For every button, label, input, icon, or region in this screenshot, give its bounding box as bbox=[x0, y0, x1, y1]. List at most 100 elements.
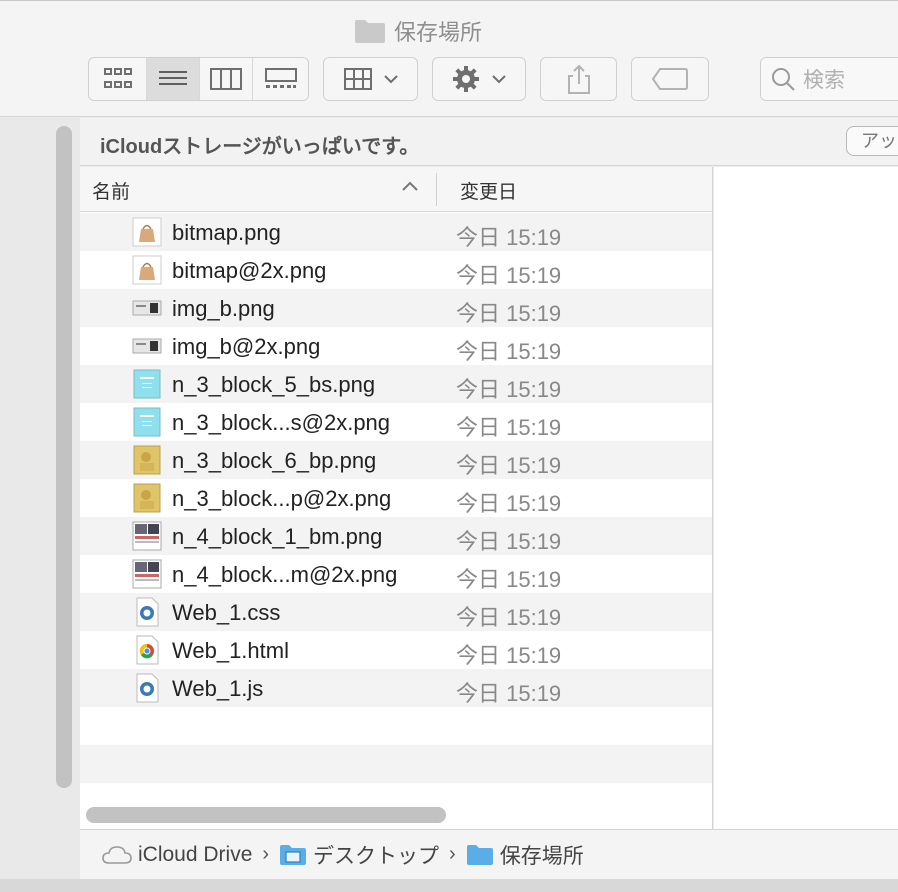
path-item-current-folder[interactable]: 保存場所 bbox=[466, 840, 584, 870]
file-name: n_3_block_5_bs.png bbox=[172, 372, 376, 397]
column-divider[interactable] bbox=[436, 173, 437, 206]
group-button[interactable] bbox=[323, 57, 418, 101]
window-title-text: 保存場所 bbox=[394, 20, 483, 45]
file-modified-date: 今日 15:19 bbox=[456, 339, 562, 364]
icon-view-icon bbox=[103, 68, 132, 88]
share-button[interactable] bbox=[540, 57, 617, 101]
search-icon bbox=[772, 68, 795, 91]
tag-button[interactable] bbox=[631, 57, 709, 101]
sidebar bbox=[0, 118, 80, 892]
underlying-window-edge bbox=[0, 879, 898, 892]
file-row[interactable]: Web_1.js 今日 15:19 bbox=[80, 669, 712, 707]
bag-image-icon bbox=[132, 255, 162, 285]
list-view-icon bbox=[159, 71, 187, 85]
file-modified-date: 今日 15:19 bbox=[456, 225, 562, 250]
file-row[interactable]: n_4_block...m@2x.png 今日 15:19 bbox=[80, 555, 712, 593]
group-icon bbox=[343, 68, 372, 90]
toolbar: 保存場所 検索 bbox=[0, 1, 898, 117]
tag-icon bbox=[652, 68, 688, 90]
share-icon bbox=[567, 64, 590, 94]
list-header: 名前 変更日 bbox=[80, 167, 712, 212]
file-name: bitmap.png bbox=[172, 220, 281, 245]
css-file-icon bbox=[132, 597, 162, 627]
horizontal-scrollbar[interactable] bbox=[86, 807, 446, 823]
file-name: img_b.png bbox=[172, 296, 275, 321]
folder-icon bbox=[355, 20, 385, 43]
file-name: Web_1.js bbox=[172, 676, 264, 701]
tag-button-inner bbox=[632, 58, 708, 100]
file-modified-date: 今日 15:19 bbox=[456, 605, 562, 630]
file-row[interactable]: img_b.png 今日 15:19 bbox=[80, 289, 712, 327]
banner-image-icon bbox=[132, 293, 162, 323]
gallery-view-icon bbox=[264, 68, 297, 88]
group-button-inner bbox=[324, 58, 417, 100]
chevron-down-icon bbox=[383, 75, 398, 84]
path-item-desktop[interactable]: デスクトップ bbox=[279, 840, 439, 870]
desktop-folder-icon bbox=[280, 844, 307, 865]
chrome-html-file-icon bbox=[132, 635, 162, 665]
path-item-label: デスクトップ bbox=[313, 844, 440, 868]
file-modified-date: 今日 15:19 bbox=[456, 529, 562, 554]
finder-window: 保存場所 検索 iCloudストレージがいっぱいです。 アッ 名前 変更日 bi… bbox=[0, 0, 898, 892]
file-row[interactable]: Web_1.css 今日 15:19 bbox=[80, 593, 712, 631]
share-button-inner bbox=[541, 58, 616, 100]
file-name: n_3_block...p@2x.png bbox=[172, 486, 392, 511]
folder-icon bbox=[466, 844, 493, 865]
search-placeholder: 検索 bbox=[803, 69, 845, 92]
path-item-icloud-drive[interactable]: iCloud Drive bbox=[102, 843, 252, 867]
file-name: Web_1.html bbox=[172, 638, 289, 663]
cloud-icon bbox=[102, 845, 132, 864]
column-header-name[interactable]: 名前 bbox=[92, 177, 130, 204]
sort-ascending-icon[interactable] bbox=[402, 181, 418, 191]
upgrade-button[interactable]: アップグレード bbox=[846, 126, 898, 156]
file-modified-date: 今日 15:19 bbox=[456, 415, 562, 440]
search-field[interactable]: 検索 bbox=[760, 57, 898, 101]
column-view-icon bbox=[210, 68, 242, 90]
cyan-image-icon bbox=[132, 369, 162, 399]
file-row[interactable]: img_b@2x.png 今日 15:19 bbox=[80, 327, 712, 365]
icon-view-button[interactable] bbox=[89, 58, 147, 100]
file-row[interactable]: bitmap.png 今日 15:19 bbox=[80, 213, 712, 251]
file-modified-date: 今日 15:19 bbox=[456, 491, 562, 516]
list-view-button[interactable] bbox=[147, 58, 200, 100]
file-name: bitmap@2x.png bbox=[172, 258, 327, 283]
file-row[interactable]: n_3_block...p@2x.png 今日 15:19 bbox=[80, 479, 712, 517]
view-switcher bbox=[88, 57, 309, 101]
photo-grid-image-icon bbox=[132, 521, 162, 551]
photo-grid-image-icon bbox=[132, 559, 162, 589]
gold-image-icon bbox=[132, 445, 162, 475]
file-name: Web_1.css bbox=[172, 600, 281, 625]
file-list: 名前 変更日 bitmap.png 今日 15:19 bitmap@2x.png 今日… bbox=[80, 167, 713, 829]
file-modified-date: 今日 15:19 bbox=[456, 377, 562, 402]
file-name: n_3_block...s@2x.png bbox=[172, 410, 391, 435]
file-modified-date: 今日 15:19 bbox=[456, 567, 562, 592]
action-button[interactable] bbox=[432, 57, 526, 101]
file-rows: bitmap.png 今日 15:19 bitmap@2x.png 今日 15:19 i… bbox=[80, 213, 712, 783]
file-name: img_b@2x.png bbox=[172, 334, 321, 359]
banner-image-icon bbox=[132, 331, 162, 361]
file-row[interactable]: n_3_block...s@2x.png 今日 15:19 bbox=[80, 403, 712, 441]
file-row[interactable]: n_4_block_1_bm.png 今日 15:19 bbox=[80, 517, 712, 555]
sidebar-scrollbar[interactable] bbox=[56, 126, 72, 788]
file-modified-date: 今日 15:19 bbox=[456, 643, 562, 668]
file-row[interactable]: Web_1.html 今日 15:19 bbox=[80, 631, 712, 669]
file-modified-date: 今日 15:19 bbox=[456, 263, 562, 288]
column-view-button[interactable] bbox=[200, 58, 253, 100]
path-bar: iCloud Drive › デスクトップ › 保存場所 bbox=[80, 829, 898, 879]
file-modified-date: 今日 15:19 bbox=[456, 453, 562, 478]
file-modified-date: 今日 15:19 bbox=[456, 301, 562, 326]
cyan-image-icon bbox=[132, 407, 162, 437]
path-item-label: iCloud Drive bbox=[138, 842, 253, 866]
column-header-date[interactable]: 変更日 bbox=[460, 177, 517, 204]
path-separator-icon: › bbox=[262, 843, 270, 865]
file-row[interactable]: n_3_block_5_bs.png 今日 15:19 bbox=[80, 365, 712, 403]
preview-pane bbox=[714, 167, 898, 829]
js-file-icon bbox=[132, 673, 162, 703]
chevron-down-icon bbox=[492, 75, 506, 84]
file-row[interactable]: bitmap@2x.png 今日 15:19 bbox=[80, 251, 712, 289]
path-item-label: 保存場所 bbox=[499, 844, 584, 868]
file-row[interactable]: n_3_block_6_bp.png 今日 15:19 bbox=[80, 441, 712, 479]
gallery-view-button[interactable] bbox=[253, 58, 308, 100]
storage-banner: iCloudストレージがいっぱいです。 アップグレード bbox=[80, 118, 898, 166]
bag-image-icon bbox=[132, 217, 162, 247]
